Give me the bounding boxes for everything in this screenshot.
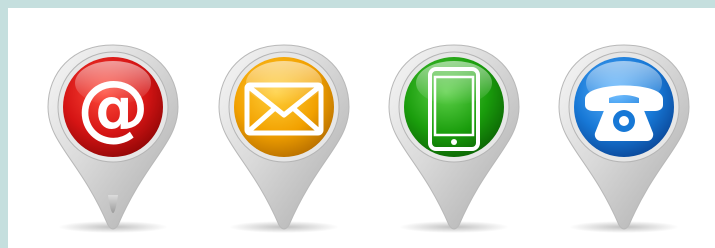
phone-pin xyxy=(549,44,699,235)
mail-pin xyxy=(209,44,359,235)
mobile-pin xyxy=(379,44,529,235)
at-sign-icon: @ xyxy=(77,65,149,149)
image-frame: @ xyxy=(0,0,715,248)
image-canvas: @ xyxy=(8,8,715,248)
email-pin: @ xyxy=(38,44,188,235)
